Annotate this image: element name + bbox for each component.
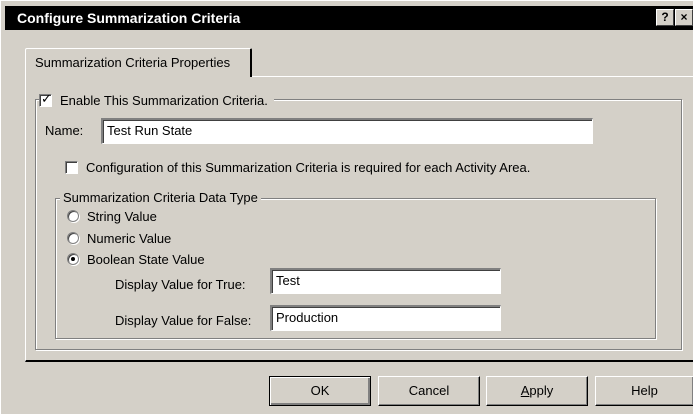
false-value-field[interactable]: Production [270,305,501,331]
title-bar[interactable]: Configure Summarization Criteria ? × [5,6,693,30]
enable-checkbox-row[interactable]: ✓ Enable This Summarization Criteria. [39,90,274,110]
checkmark-icon: ✓ [41,90,52,106]
radio-string-value[interactable]: String Value [67,207,157,225]
radio-button[interactable] [67,232,79,244]
data-type-group-legend: Summarization Criteria Data Type [60,190,261,205]
true-value-field[interactable]: Test [270,268,501,294]
radio-button[interactable] [67,210,79,222]
apply-label-rest: pply [529,383,554,398]
radio-label[interactable]: Numeric Value [87,231,171,246]
radio-label[interactable]: String Value [87,209,157,224]
enable-checkbox-label[interactable]: Enable This Summarization Criteria. [60,93,268,108]
ok-button[interactable]: OK [269,376,371,406]
radio-selected-dot-icon [71,257,75,261]
help-button[interactable]: Help [595,376,693,406]
radio-boolean-state-value[interactable]: Boolean State Value [67,250,205,268]
radio-button[interactable] [67,253,79,265]
enable-checkbox[interactable]: ✓ [39,90,52,107]
apply-button[interactable]: Apply [486,376,588,406]
radio-numeric-value[interactable]: Numeric Value [67,229,171,247]
tab-label: Summarization Criteria Properties [35,55,231,70]
true-value-label: Display Value for True: [115,277,246,292]
cancel-button[interactable]: Cancel [378,376,480,406]
name-field[interactable]: Test Run State [101,118,593,144]
required-checkbox-label[interactable]: Configuration of this Summarization Crit… [86,160,530,175]
false-value-label: Display Value for False: [115,313,252,328]
close-icon[interactable]: × [675,9,693,26]
name-label: Name: [45,123,84,138]
tab-connector [26,75,250,78]
help-icon[interactable]: ? [656,9,674,26]
required-checkbox-row[interactable]: Configuration of this Summarization Crit… [65,158,530,176]
tab-summarization-criteria-properties[interactable]: Summarization Criteria Properties [25,48,252,77]
dialog-window: Configure Summarization Criteria ? × Sum… [0,0,693,414]
window-title: Configure Summarization Criteria [17,10,241,26]
required-checkbox[interactable] [65,160,78,174]
radio-label[interactable]: Boolean State Value [87,252,205,267]
